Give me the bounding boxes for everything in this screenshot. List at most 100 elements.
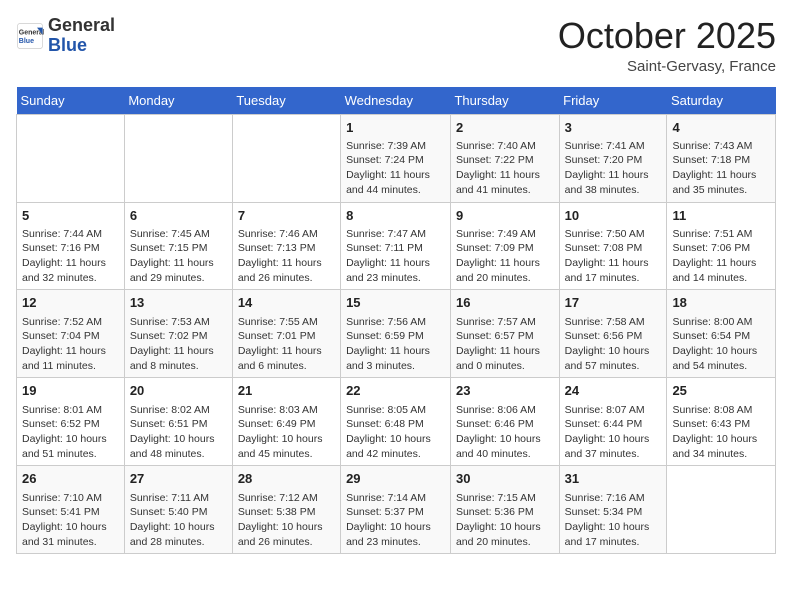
day-number: 4 [672,119,770,137]
calendar-week-row: 1 Sunrise: 7:39 AM Sunset: 7:24 PM Daylig… [17,114,776,202]
calendar-cell: 16Sunrise: 7:57 AM Sunset: 6:57 PM Dayli… [450,290,559,378]
cell-content: Sunrise: 7:45 AM Sunset: 7:15 PM Dayligh… [130,227,227,286]
cell-content: Sunrise: 7:51 AM Sunset: 7:06 PM Dayligh… [672,227,770,286]
calendar-cell: 14Sunrise: 7:55 AM Sunset: 7:01 PM Dayli… [232,290,340,378]
day-of-week-header: Wednesday [341,87,451,115]
cell-content: Sunrise: 7:16 AM Sunset: 5:34 PM Dayligh… [565,491,662,550]
cell-content: Sunrise: 7:11 AM Sunset: 5:40 PM Dayligh… [130,491,227,550]
day-number: 27 [130,470,227,488]
day-of-week-header: Saturday [667,87,776,115]
calendar-cell [232,114,340,202]
day-number: 20 [130,382,227,400]
day-number: 7 [238,207,335,225]
calendar-cell: 28 Sunrise: 7:12 AM Sunset: 5:38 PM Dayli… [232,466,340,554]
cell-content: Sunrise: 7:43 AM Sunset: 7:18 PM Dayligh… [672,139,770,198]
day-number: 5 [22,207,119,225]
cell-content: Sunrise: 7:15 AM Sunset: 5:36 PM Dayligh… [456,491,554,550]
day-number: 2 [456,119,554,137]
day-of-week-header: Sunday [17,87,125,115]
cell-content: Sunrise: 8:02 AM Sunset: 6:51 PM Dayligh… [130,403,227,462]
logo-icon: General Blue [16,22,44,50]
calendar-cell: 12Sunrise: 7:52 AM Sunset: 7:04 PM Dayli… [17,290,125,378]
calendar-body: 1 Sunrise: 7:39 AM Sunset: 7:24 PM Daylig… [17,114,776,554]
day-number: 28 [238,470,335,488]
calendar-cell: 5 Sunrise: 7:44 AM Sunset: 7:16 PM Daylig… [17,202,125,290]
calendar-week-row: 19 Sunrise: 8:01 AM Sunset: 6:52 PM Dayli… [17,378,776,466]
cell-content: Sunrise: 8:08 AM Sunset: 6:43 PM Dayligh… [672,403,770,462]
cell-content: Sunrise: 7:58 AM Sunset: 6:56 PM Dayligh… [565,315,662,374]
cell-content: Sunrise: 7:50 AM Sunset: 7:08 PM Dayligh… [565,227,662,286]
day-number: 1 [346,119,445,137]
cell-content: Sunrise: 7:57 AM Sunset: 6:57 PM Dayligh… [456,315,554,374]
calendar-cell: 23 Sunrise: 8:06 AM Sunset: 6:46 PM Dayli… [450,378,559,466]
day-number: 31 [565,470,662,488]
cell-content: Sunrise: 8:07 AM Sunset: 6:44 PM Dayligh… [565,403,662,462]
calendar-cell [17,114,125,202]
cell-content: Sunrise: 7:49 AM Sunset: 7:09 PM Dayligh… [456,227,554,286]
calendar-cell: 15Sunrise: 7:56 AM Sunset: 6:59 PM Dayli… [341,290,451,378]
cell-content: Sunrise: 7:53 AM Sunset: 7:02 PM Dayligh… [130,315,227,374]
day-number: 25 [672,382,770,400]
calendar-week-row: 12Sunrise: 7:52 AM Sunset: 7:04 PM Dayli… [17,290,776,378]
day-number: 8 [346,207,445,225]
cell-content: Sunrise: 7:44 AM Sunset: 7:16 PM Dayligh… [22,227,119,286]
calendar-cell [124,114,232,202]
calendar-cell: 1 Sunrise: 7:39 AM Sunset: 7:24 PM Daylig… [341,114,451,202]
day-number: 10 [565,207,662,225]
cell-content: Sunrise: 7:10 AM Sunset: 5:41 PM Dayligh… [22,491,119,550]
calendar-cell: 26 Sunrise: 7:10 AM Sunset: 5:41 PM Dayli… [17,466,125,554]
day-number: 18 [672,294,770,312]
calendar-week-row: 5 Sunrise: 7:44 AM Sunset: 7:16 PM Daylig… [17,202,776,290]
page-header: General Blue General Blue October 2025 S… [16,16,776,75]
cell-content: Sunrise: 7:47 AM Sunset: 7:11 PM Dayligh… [346,227,445,286]
cell-content: Sunrise: 8:06 AM Sunset: 6:46 PM Dayligh… [456,403,554,462]
day-number: 23 [456,382,554,400]
calendar-cell: 13Sunrise: 7:53 AM Sunset: 7:02 PM Dayli… [124,290,232,378]
logo-blue-text: Blue [48,36,115,56]
day-number: 19 [22,382,119,400]
day-number: 21 [238,382,335,400]
title-block: October 2025 Saint-Gervasy, France [558,16,776,75]
cell-content: Sunrise: 7:40 AM Sunset: 7:22 PM Dayligh… [456,139,554,198]
cell-content: Sunrise: 8:05 AM Sunset: 6:48 PM Dayligh… [346,403,445,462]
calendar-header-row: SundayMondayTuesdayWednesdayThursdayFrid… [17,87,776,115]
calendar-cell: 20 Sunrise: 8:02 AM Sunset: 6:51 PM Dayli… [124,378,232,466]
calendar-cell: 4 Sunrise: 7:43 AM Sunset: 7:18 PM Daylig… [667,114,776,202]
day-number: 12 [22,294,119,312]
day-of-week-header: Thursday [450,87,559,115]
cell-content: Sunrise: 7:39 AM Sunset: 7:24 PM Dayligh… [346,139,445,198]
day-number: 29 [346,470,445,488]
calendar-cell: 10 Sunrise: 7:50 AM Sunset: 7:08 PM Dayli… [559,202,667,290]
day-of-week-header: Monday [124,87,232,115]
day-of-week-header: Friday [559,87,667,115]
calendar-cell: 31 Sunrise: 7:16 AM Sunset: 5:34 PM Dayli… [559,466,667,554]
logo: General Blue General Blue [16,16,115,56]
day-number: 3 [565,119,662,137]
calendar-cell: 21Sunrise: 8:03 AM Sunset: 6:49 PM Dayli… [232,378,340,466]
day-number: 6 [130,207,227,225]
cell-content: Sunrise: 7:14 AM Sunset: 5:37 PM Dayligh… [346,491,445,550]
day-number: 26 [22,470,119,488]
cell-content: Sunrise: 8:01 AM Sunset: 6:52 PM Dayligh… [22,403,119,462]
day-number: 30 [456,470,554,488]
cell-content: Sunrise: 8:00 AM Sunset: 6:54 PM Dayligh… [672,315,770,374]
calendar-cell: 30 Sunrise: 7:15 AM Sunset: 5:36 PM Dayli… [450,466,559,554]
calendar-cell: 3Sunrise: 7:41 AM Sunset: 7:20 PM Daylig… [559,114,667,202]
calendar-table: SundayMondayTuesdayWednesdayThursdayFrid… [16,87,776,555]
calendar-cell: 22 Sunrise: 8:05 AM Sunset: 6:48 PM Dayli… [341,378,451,466]
cell-content: Sunrise: 7:56 AM Sunset: 6:59 PM Dayligh… [346,315,445,374]
calendar-cell: 29 Sunrise: 7:14 AM Sunset: 5:37 PM Dayli… [341,466,451,554]
location-title: Saint-Gervasy, France [558,58,776,75]
month-title: October 2025 [558,16,776,56]
day-number: 17 [565,294,662,312]
day-number: 22 [346,382,445,400]
cell-content: Sunrise: 7:12 AM Sunset: 5:38 PM Dayligh… [238,491,335,550]
calendar-cell [667,466,776,554]
svg-text:Blue: Blue [19,38,34,45]
cell-content: Sunrise: 7:46 AM Sunset: 7:13 PM Dayligh… [238,227,335,286]
calendar-cell: 19 Sunrise: 8:01 AM Sunset: 6:52 PM Dayli… [17,378,125,466]
day-number: 11 [672,207,770,225]
day-number: 24 [565,382,662,400]
calendar-cell: 2 Sunrise: 7:40 AM Sunset: 7:22 PM Daylig… [450,114,559,202]
day-of-week-header: Tuesday [232,87,340,115]
